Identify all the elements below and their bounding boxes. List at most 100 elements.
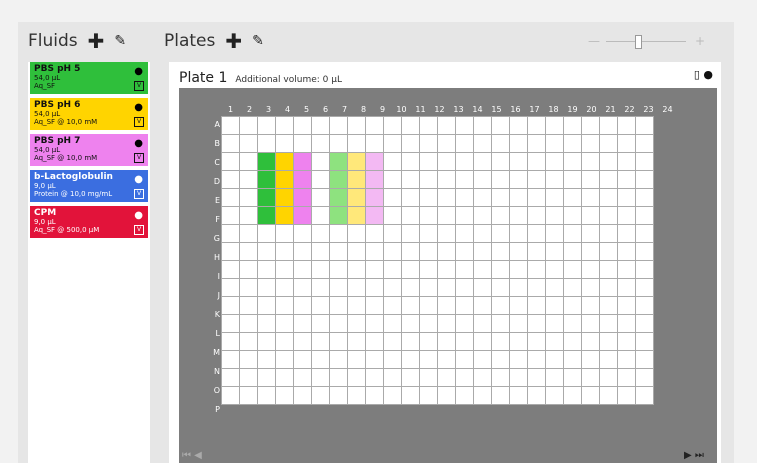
well-F15[interactable] — [473, 206, 492, 225]
well-E3[interactable] — [257, 188, 276, 207]
well-C19[interactable] — [545, 152, 564, 171]
well-A19[interactable] — [545, 116, 564, 135]
zoom-slider-track[interactable] — [606, 41, 686, 42]
well-D24[interactable] — [635, 170, 654, 189]
well-F2[interactable] — [239, 206, 258, 225]
well-G14[interactable] — [455, 224, 474, 243]
well-O12[interactable] — [419, 368, 438, 387]
well-E12[interactable] — [419, 188, 438, 207]
well-P12[interactable] — [419, 386, 438, 405]
well-M1[interactable] — [221, 332, 240, 351]
well-K4[interactable] — [275, 296, 294, 315]
well-M3[interactable] — [257, 332, 276, 351]
well-C4[interactable] — [275, 152, 294, 171]
well-I15[interactable] — [473, 260, 492, 279]
well-B8[interactable] — [347, 134, 366, 153]
well-B10[interactable] — [383, 134, 402, 153]
well-J2[interactable] — [239, 278, 258, 297]
well-C9[interactable] — [365, 152, 384, 171]
well-M19[interactable] — [545, 332, 564, 351]
well-O18[interactable] — [527, 368, 546, 387]
well-E17[interactable] — [509, 188, 528, 207]
well-O4[interactable] — [275, 368, 294, 387]
well-N10[interactable] — [383, 350, 402, 369]
well-B14[interactable] — [455, 134, 474, 153]
well-F19[interactable] — [545, 206, 564, 225]
well-I6[interactable] — [311, 260, 330, 279]
well-N11[interactable] — [401, 350, 420, 369]
well-M5[interactable] — [293, 332, 312, 351]
well-H6[interactable] — [311, 242, 330, 261]
well-K14[interactable] — [455, 296, 474, 315]
well-N16[interactable] — [491, 350, 510, 369]
well-K1[interactable] — [221, 296, 240, 315]
well-G4[interactable] — [275, 224, 294, 243]
vibrate-icon[interactable]: ▯ — [694, 68, 700, 81]
well-J7[interactable] — [329, 278, 348, 297]
well-F21[interactable] — [581, 206, 600, 225]
well-N24[interactable] — [635, 350, 654, 369]
well-L17[interactable] — [509, 314, 528, 333]
well-B16[interactable] — [491, 134, 510, 153]
well-B4[interactable] — [275, 134, 294, 153]
well-F22[interactable] — [599, 206, 618, 225]
well-P24[interactable] — [635, 386, 654, 405]
well-D19[interactable] — [545, 170, 564, 189]
well-G2[interactable] — [239, 224, 258, 243]
well-J22[interactable] — [599, 278, 618, 297]
well-I22[interactable] — [599, 260, 618, 279]
well-C6[interactable] — [311, 152, 330, 171]
well-L7[interactable] — [329, 314, 348, 333]
well-E8[interactable] — [347, 188, 366, 207]
well-E4[interactable] — [275, 188, 294, 207]
well-L2[interactable] — [239, 314, 258, 333]
well-N18[interactable] — [527, 350, 546, 369]
well-L23[interactable] — [617, 314, 636, 333]
well-N4[interactable] — [275, 350, 294, 369]
well-A6[interactable] — [311, 116, 330, 135]
well-I1[interactable] — [221, 260, 240, 279]
well-O15[interactable] — [473, 368, 492, 387]
well-J10[interactable] — [383, 278, 402, 297]
well-P22[interactable] — [599, 386, 618, 405]
well-N1[interactable] — [221, 350, 240, 369]
well-G17[interactable] — [509, 224, 528, 243]
well-E5[interactable] — [293, 188, 312, 207]
well-A17[interactable] — [509, 116, 528, 135]
well-J24[interactable] — [635, 278, 654, 297]
well-H9[interactable] — [365, 242, 384, 261]
well-G20[interactable] — [563, 224, 582, 243]
well-I20[interactable] — [563, 260, 582, 279]
well-N20[interactable] — [563, 350, 582, 369]
well-D4[interactable] — [275, 170, 294, 189]
well-B20[interactable] — [563, 134, 582, 153]
well-O11[interactable] — [401, 368, 420, 387]
well-L21[interactable] — [581, 314, 600, 333]
well-M18[interactable] — [527, 332, 546, 351]
well-F8[interactable] — [347, 206, 366, 225]
well-H15[interactable] — [473, 242, 492, 261]
well-J12[interactable] — [419, 278, 438, 297]
well-A7[interactable] — [329, 116, 348, 135]
well-I8[interactable] — [347, 260, 366, 279]
well-K22[interactable] — [599, 296, 618, 315]
well-C16[interactable] — [491, 152, 510, 171]
well-D8[interactable] — [347, 170, 366, 189]
well-A10[interactable] — [383, 116, 402, 135]
well-M12[interactable] — [419, 332, 438, 351]
well-J23[interactable] — [617, 278, 636, 297]
well-A8[interactable] — [347, 116, 366, 135]
well-F24[interactable] — [635, 206, 654, 225]
well-K20[interactable] — [563, 296, 582, 315]
well-K10[interactable] — [383, 296, 402, 315]
fluid-item[interactable]: PBS pH 7 54,0 µL Aq_SF @ 10,0 mM ● V — [30, 134, 148, 166]
well-P21[interactable] — [581, 386, 600, 405]
well-P13[interactable] — [437, 386, 456, 405]
well-D18[interactable] — [527, 170, 546, 189]
fluid-item[interactable]: CPM 9,0 µL Aq_SF @ 500,0 µM ● V — [30, 206, 148, 238]
well-D15[interactable] — [473, 170, 492, 189]
well-E2[interactable] — [239, 188, 258, 207]
well-B12[interactable] — [419, 134, 438, 153]
well-I16[interactable] — [491, 260, 510, 279]
well-G16[interactable] — [491, 224, 510, 243]
